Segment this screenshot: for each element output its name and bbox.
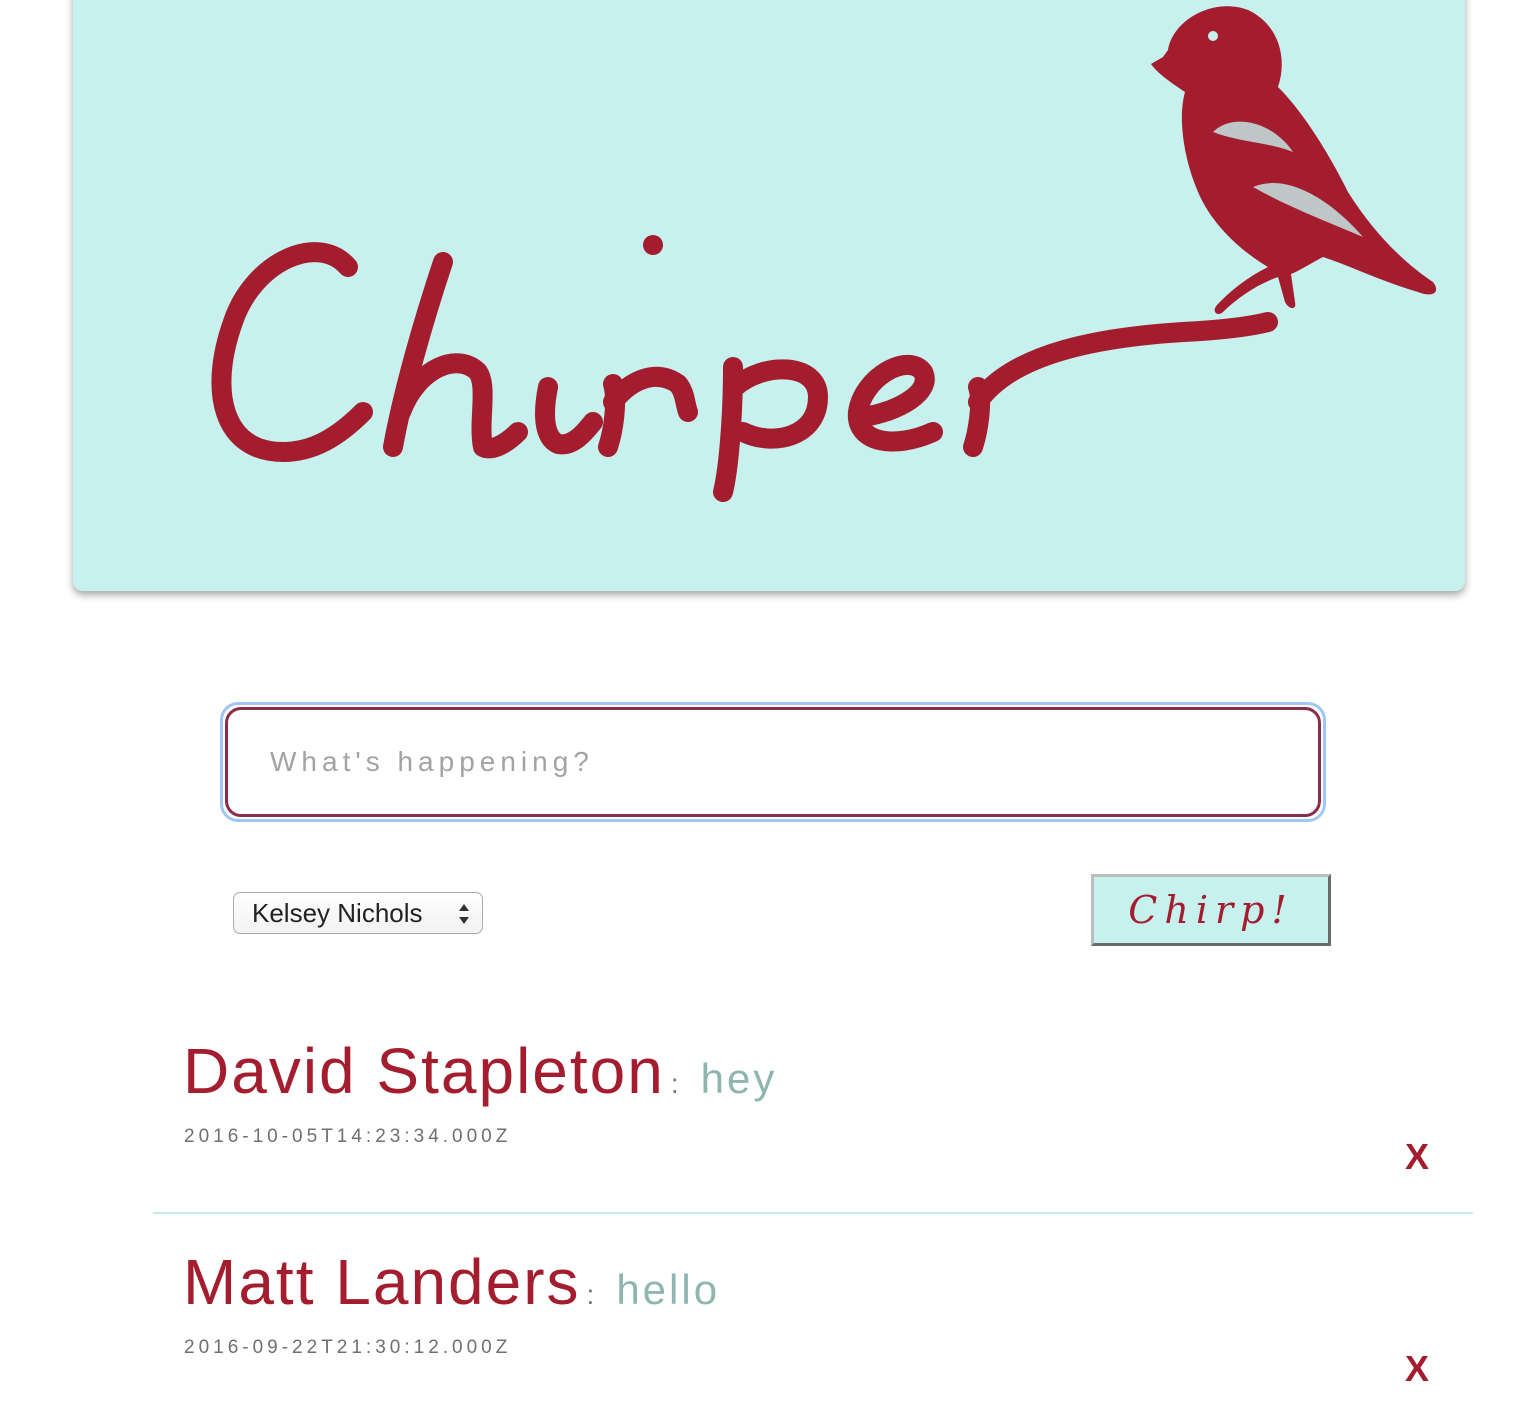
chirp-text-input[interactable] bbox=[225, 707, 1321, 817]
chirp-timestamp: 2016-09-22T21:30:12.000Z bbox=[184, 1337, 512, 1358]
delete-chirp-button[interactable]: X bbox=[1405, 1348, 1429, 1390]
chirp-author: Matt Landers bbox=[183, 1246, 581, 1318]
user-select[interactable]: Kelsey Nichols bbox=[233, 892, 483, 934]
user-select-value: Kelsey Nichols bbox=[252, 897, 423, 928]
header-banner bbox=[73, 0, 1465, 591]
chirp-author: David Stapleton bbox=[183, 1035, 665, 1107]
chirp-separator: : bbox=[670, 1068, 679, 1099]
chirp-line: David Stapleton: hey bbox=[183, 1034, 777, 1108]
chirp-timestamp: 2016-10-05T14:23:34.000Z bbox=[184, 1126, 512, 1147]
chirp-line: Matt Landers: hello bbox=[183, 1245, 720, 1319]
bird-icon bbox=[1151, 6, 1437, 315]
select-arrows-icon bbox=[459, 904, 469, 924]
feed-divider bbox=[153, 1212, 1473, 1214]
chirp-submit-button[interactable]: Chirp! bbox=[1091, 874, 1331, 946]
chirp-message: hey bbox=[700, 1055, 778, 1102]
chirper-logo bbox=[211, 6, 1437, 502]
chirp-message: hello bbox=[616, 1266, 721, 1313]
chirp-input-focus-ring bbox=[220, 702, 1326, 822]
page: Kelsey Nichols Chirp! David Stapleton: he… bbox=[0, 0, 1532, 1404]
chirp-separator: : bbox=[586, 1279, 595, 1310]
delete-chirp-button[interactable]: X bbox=[1405, 1136, 1429, 1178]
